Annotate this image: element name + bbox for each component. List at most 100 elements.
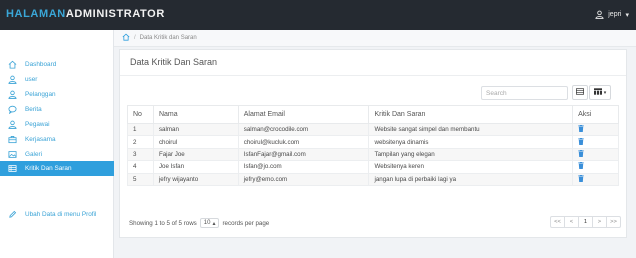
list-view-icon <box>576 88 584 97</box>
cell-no: 4 <box>127 160 154 174</box>
cell-kritik: Tampilan yang elegan <box>368 147 574 162</box>
records-per-page-label: records per page <box>222 219 270 227</box>
cell-kritik: jangan lupa di perbaiki lagi ya <box>368 172 574 186</box>
chevron-up-icon: ▴ <box>212 220 216 227</box>
breadcrumb-current: Data Kritik dan Saran <box>139 35 197 41</box>
user-icon <box>595 10 604 19</box>
cell-aksi <box>572 135 619 149</box>
sidebar-item-label: Kritik Dan Saran <box>25 165 72 172</box>
table-row: 1 salman salman@crocodile.com Website sa… <box>127 122 619 137</box>
column-header-email[interactable]: Alamat Email <box>237 105 370 124</box>
sidebar-item-label: Pegawai <box>25 120 50 128</box>
divider <box>120 75 626 76</box>
top-navbar: HALAMANADMINISTRATOR jepri ▾ <box>0 0 636 30</box>
cell-nama: Fajar Joe <box>152 147 239 162</box>
search-input[interactable] <box>481 86 568 100</box>
cell-aksi <box>572 172 619 186</box>
page-size-value: 10 <box>203 220 211 226</box>
cell-no: 3 <box>127 147 154 162</box>
cell-no: 2 <box>127 135 154 149</box>
cell-nama: jefry wijayanto <box>152 172 239 186</box>
sidebar-item-label: Kerjasama <box>25 135 56 143</box>
sidebar-item-kerjasama[interactable]: Kerjasama <box>0 132 114 146</box>
comment-icon <box>6 104 18 114</box>
sidebar-item-galeri[interactable]: Galeri <box>0 147 114 161</box>
showing-rows-text: Showing 1 to 5 of 5 rows <box>129 219 197 227</box>
sidebar-item-berita[interactable]: Berita <box>0 102 114 116</box>
cell-email: salman@crocodile.com <box>237 122 370 137</box>
cell-email: jefry@emo.com <box>237 172 370 186</box>
trash-icon[interactable] <box>578 174 584 184</box>
page-next-button[interactable]: > <box>592 216 607 228</box>
sidebar-item-dashboard[interactable]: Dashboard <box>0 57 114 71</box>
sidebar-item-label: Galeri <box>25 150 43 158</box>
cell-aksi <box>572 122 619 137</box>
trash-icon[interactable] <box>578 125 584 134</box>
sidebar-item-label: Dashboard <box>25 60 57 68</box>
trash-icon[interactable] <box>578 162 584 171</box>
cell-nama: salman <box>152 122 239 137</box>
cell-kritik: Websitenya keren <box>368 160 574 174</box>
page-first-button[interactable]: << <box>550 216 565 228</box>
content-panel: Data Kritik Dan Saran ▾ No Nama Alamat E… <box>119 49 627 238</box>
user-name: jepri <box>608 11 622 18</box>
cell-email: choirul@kucluk.com <box>237 135 370 149</box>
briefcase-icon <box>6 134 18 144</box>
cell-nama: choirul <box>152 135 239 149</box>
pagination: << < 1 > >> <box>550 216 621 228</box>
data-table: No Nama Alamat Email Kritik Dan Saran Ak… <box>127 105 619 186</box>
table-header-row: No Nama Alamat Email Kritik Dan Saran Ak… <box>127 105 619 124</box>
pencil-icon <box>6 209 18 219</box>
sidebar-item-ubah-profil[interactable]: Ubah Data di menu Profil <box>0 207 114 221</box>
cell-kritik: Website sangat simpel dan membantu <box>368 122 574 137</box>
sidebar-item-pelanggan[interactable]: Pelanggan <box>0 87 114 101</box>
cell-no: 1 <box>127 122 154 137</box>
sidebar-item-label: Pelanggan <box>25 90 56 98</box>
breadcrumb-separator: / <box>134 35 136 41</box>
page-prev-button[interactable]: < <box>564 216 579 228</box>
columns-button[interactable]: ▾ <box>589 85 611 100</box>
user-icon <box>6 119 18 129</box>
column-header-nama[interactable]: Nama <box>152 105 239 124</box>
cell-email: IsfanFajar@gmail.com <box>237 147 370 162</box>
cell-email: Isfan@jo.com <box>237 160 370 174</box>
table-row: 3 Fajar Joe IsfanFajar@gmail.com Tampila… <box>127 147 619 162</box>
brand-main: ADMINISTRATOR <box>65 8 165 20</box>
column-header-no[interactable]: No <box>127 105 154 124</box>
list-icon <box>6 164 18 174</box>
sidebar-item-pegawai[interactable]: Pegawai <box>0 117 114 131</box>
chevron-down-icon: ▾ <box>603 89 607 96</box>
columns-icon <box>593 88 602 97</box>
brand-logo-text[interactable]: HALAMANADMINISTRATOR <box>6 8 165 20</box>
table-row: 2 choirul choirul@kucluk.com websitenya … <box>127 135 619 149</box>
page-size-dropdown[interactable]: 10 ▴ <box>199 218 220 228</box>
sidebar: Dashboard user Pelanggan Berita Pegawai … <box>0 30 114 258</box>
cell-nama: Joe Isfan <box>152 160 239 174</box>
cell-aksi <box>572 160 619 174</box>
cell-aksi <box>572 147 619 162</box>
sidebar-item-label: Berita <box>25 105 42 113</box>
table-row: 4 Joe Isfan Isfan@jo.com Websitenya kere… <box>127 160 619 174</box>
toggle-view-button[interactable] <box>572 85 588 100</box>
page-last-button[interactable]: >> <box>606 216 621 228</box>
breadcrumb: / Data Kritik dan Saran <box>114 30 636 47</box>
page-current-button[interactable]: 1 <box>578 216 593 228</box>
sidebar-item-user[interactable]: user <box>0 72 114 86</box>
trash-icon[interactable] <box>578 137 584 147</box>
trash-icon[interactable] <box>578 149 584 159</box>
table-footer: Showing 1 to 5 of 5 rows 10 ▴ records pe… <box>129 218 269 228</box>
sidebar-item-label: user <box>25 75 38 83</box>
page-title: Data Kritik Dan Saran <box>130 57 218 67</box>
cell-no: 5 <box>127 172 154 186</box>
home-icon <box>6 59 18 69</box>
column-header-aksi: Aksi <box>572 105 619 124</box>
sidebar-item-label: Ubah Data di menu Profil <box>25 210 97 218</box>
user-icon <box>6 74 18 84</box>
brand-accent: HALAMAN <box>6 8 66 20</box>
chevron-down-icon: ▾ <box>625 11 629 19</box>
user-menu[interactable]: jepri ▾ <box>595 10 629 19</box>
sidebar-item-kritik-dan-saran[interactable]: Kritik Dan Saran <box>0 161 114 176</box>
home-icon[interactable] <box>122 33 130 43</box>
column-header-kritik[interactable]: Kritik Dan Saran <box>368 105 574 124</box>
table-row: 5 jefry wijayanto jefry@emo.com jangan l… <box>127 172 619 186</box>
